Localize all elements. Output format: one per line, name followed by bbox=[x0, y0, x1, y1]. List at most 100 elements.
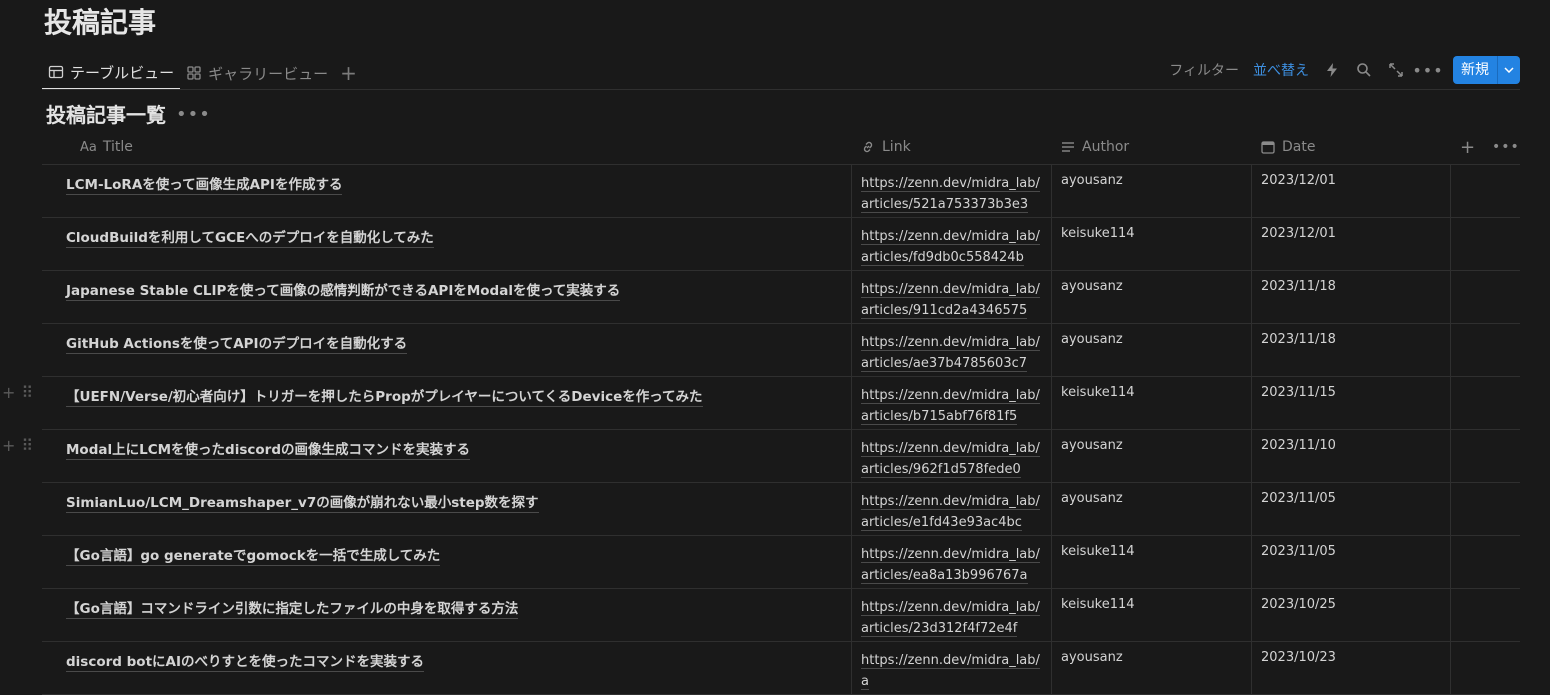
table-row[interactable]: 【Go言語】go generateでgomockを一括で生成してみた https… bbox=[42, 536, 1520, 589]
row-link[interactable]: https://zenn.dev/midra_lab/articles/962f… bbox=[861, 441, 1040, 478]
cell-link[interactable]: https://zenn.dev/midra_lab/articles/962f… bbox=[851, 430, 1051, 482]
new-button[interactable]: 新規 bbox=[1453, 56, 1497, 84]
cell-date[interactable]: 2023/11/18 bbox=[1251, 271, 1451, 323]
cell-link[interactable]: https://zenn.dev/midra_lab/articles/521a… bbox=[851, 165, 1051, 217]
tab-gallery-view[interactable]: ギャラリービュー bbox=[180, 56, 334, 90]
table-header-row: Aa Title Link Author Date + ••• bbox=[42, 130, 1520, 165]
cell-date[interactable]: 2023/11/18 bbox=[1251, 324, 1451, 376]
column-header-title[interactable]: Aa Title bbox=[80, 130, 133, 164]
cell-author[interactable]: keisuke114 bbox=[1051, 218, 1251, 270]
cell-date[interactable]: 2023/10/23 bbox=[1251, 642, 1451, 694]
add-row-icon[interactable]: + bbox=[2, 383, 15, 402]
add-column-icon[interactable]: + bbox=[1460, 130, 1475, 164]
cell-author[interactable]: ayousanz bbox=[1051, 642, 1251, 694]
row-title[interactable]: SimianLuo/LCM_Dreamshaper_v7の画像が崩れない最小st… bbox=[66, 495, 539, 513]
cell-date[interactable]: 2023/10/25 bbox=[1251, 589, 1451, 641]
row-title[interactable]: CloudBuildを利用してGCEへのデプロイを自動化してみた bbox=[66, 230, 434, 248]
cell-title[interactable]: Modal上にLCMを使ったdiscordの画像生成コマンドを実装する bbox=[66, 430, 851, 482]
row-link[interactable]: https://zenn.dev/midra_lab/articles/e1fd… bbox=[861, 494, 1040, 531]
column-label: Author bbox=[1082, 139, 1130, 155]
table-row[interactable]: 【Go言語】コマンドライン引数に指定したファイルの中身を取得する方法 https… bbox=[42, 589, 1520, 642]
cell-title[interactable]: discord botにAIのべりすとを使ったコマンドを実装する bbox=[66, 642, 851, 694]
row-link[interactable]: https://zenn.dev/midra_lab/articles/23d3… bbox=[861, 600, 1040, 637]
cell-title[interactable]: Japanese Stable CLIPを使って画像の感情判断ができるAPIをM… bbox=[66, 271, 851, 323]
row-link[interactable]: https://zenn.dev/midra_lab/articles/fd9d… bbox=[861, 229, 1040, 266]
drag-handle-icon[interactable]: ⠿ bbox=[21, 436, 33, 455]
cell-title[interactable]: 【Go言語】go generateでgomockを一括で生成してみた bbox=[66, 536, 851, 588]
row-title[interactable]: 【Go言語】コマンドライン引数に指定したファイルの中身を取得する方法 bbox=[66, 601, 519, 619]
more-options-icon[interactable]: ••• bbox=[1412, 61, 1442, 80]
cell-link[interactable]: https://zenn.dev/midra_lab/articles/fd9d… bbox=[851, 218, 1051, 270]
lightning-icon[interactable] bbox=[1323, 61, 1341, 79]
cell-link[interactable]: https://zenn.dev/midra_lab/articles/23d3… bbox=[851, 589, 1051, 641]
expand-icon[interactable] bbox=[1387, 61, 1405, 79]
table-row[interactable]: GitHub Actionsを使ってAPIのデプロイを自動化する https:/… bbox=[42, 324, 1520, 377]
cell-title[interactable]: CloudBuildを利用してGCEへのデプロイを自動化してみた bbox=[66, 218, 851, 270]
row-title[interactable]: 【UEFN/Verse/初心者向け】トリガーを押したらPropがプレイヤーについ… bbox=[66, 389, 703, 407]
cell-author[interactable]: ayousanz bbox=[1051, 165, 1251, 217]
row-link[interactable]: https://zenn.dev/midra_lab/articles/ae37… bbox=[861, 335, 1040, 372]
cell-author[interactable]: keisuke114 bbox=[1051, 377, 1251, 429]
column-header-date[interactable]: Date bbox=[1260, 130, 1315, 164]
column-header-link[interactable]: Link bbox=[860, 130, 911, 164]
text-lines-icon bbox=[1060, 139, 1076, 155]
cell-title[interactable]: LCM-LoRAを使って画像生成APIを作成する bbox=[66, 165, 851, 217]
cell-title[interactable]: GitHub Actionsを使ってAPIのデプロイを自動化する bbox=[66, 324, 851, 376]
cell-date[interactable]: 2023/12/01 bbox=[1251, 165, 1451, 217]
cell-author[interactable]: ayousanz bbox=[1051, 483, 1251, 535]
column-more-icon[interactable]: ••• bbox=[1492, 130, 1520, 164]
table-row[interactable]: + ⠿ Modal上にLCMを使ったdiscordの画像生成コマンドを実装する h… bbox=[2, 430, 1520, 483]
table-row[interactable]: Japanese Stable CLIPを使って画像の感情判断ができるAPIをM… bbox=[42, 271, 1520, 324]
drag-handle-icon[interactable]: ⠿ bbox=[21, 383, 33, 402]
table-row[interactable]: CloudBuildを利用してGCEへのデプロイを自動化してみた https:/… bbox=[42, 218, 1520, 271]
cell-date[interactable]: 2023/11/05 bbox=[1251, 536, 1451, 588]
cell-author[interactable]: ayousanz bbox=[1051, 324, 1251, 376]
cell-date[interactable]: 2023/11/15 bbox=[1251, 377, 1451, 429]
database-table: Aa Title Link Author Date + ••• LCM-LoRA… bbox=[2, 130, 1520, 695]
table-row[interactable]: discord botにAIのべりすとを使ったコマンドを実装する https:/… bbox=[42, 642, 1520, 695]
row-title[interactable]: LCM-LoRAを使って画像生成APIを作成する bbox=[66, 177, 343, 195]
add-view-icon[interactable]: + bbox=[334, 56, 363, 90]
database-more-icon[interactable]: ••• bbox=[176, 100, 211, 130]
column-header-author[interactable]: Author bbox=[1060, 130, 1129, 164]
column-label: Title bbox=[102, 139, 133, 155]
cell-author[interactable]: keisuke114 bbox=[1051, 589, 1251, 641]
cell-date[interactable]: 2023/11/05 bbox=[1251, 483, 1451, 535]
database-title[interactable]: 投稿記事一覧 bbox=[46, 100, 166, 130]
cell-link[interactable]: https://zenn.dev/midra_lab/articles/911c… bbox=[851, 271, 1051, 323]
cell-title[interactable]: 【Go言語】コマンドライン引数に指定したファイルの中身を取得する方法 bbox=[66, 589, 851, 641]
row-title[interactable]: GitHub Actionsを使ってAPIのデプロイを自動化する bbox=[66, 336, 408, 354]
cell-link[interactable]: https://zenn.dev/midra_lab/articles/e1fd… bbox=[851, 483, 1051, 535]
table-row[interactable]: + ⠿ 【UEFN/Verse/初心者向け】トリガーを押したらPropがプレイヤー… bbox=[2, 377, 1520, 430]
row-link[interactable]: https://zenn.dev/midra_lab/articles/911c… bbox=[861, 282, 1040, 319]
row-link[interactable]: https://zenn.dev/midra_lab/articles/ea8a… bbox=[861, 547, 1040, 584]
row-link[interactable]: https://zenn.dev/midra_lab/articles/521a… bbox=[861, 176, 1040, 213]
view-tabs: テーブルビュー ギャラリービュー + bbox=[42, 56, 363, 90]
cell-author[interactable]: ayousanz bbox=[1051, 271, 1251, 323]
tab-table-view[interactable]: テーブルビュー bbox=[42, 56, 181, 90]
sort-button[interactable]: 並べ替え bbox=[1253, 60, 1309, 80]
cell-title[interactable]: 【UEFN/Verse/初心者向け】トリガーを押したらPropがプレイヤーについ… bbox=[66, 377, 851, 429]
row-title[interactable]: 【Go言語】go generateでgomockを一括で生成してみた bbox=[66, 548, 441, 566]
cell-link[interactable]: https://zenn.dev/midra_lab/articles/ae37… bbox=[851, 324, 1051, 376]
row-link[interactable]: https://zenn.dev/midra_lab/articles/b715… bbox=[861, 388, 1040, 425]
cell-date[interactable]: 2023/11/10 bbox=[1251, 430, 1451, 482]
add-row-icon[interactable]: + bbox=[2, 436, 15, 455]
row-title[interactable]: Modal上にLCMを使ったdiscordの画像生成コマンドを実装する bbox=[66, 442, 470, 460]
filter-button[interactable]: フィルター bbox=[1169, 60, 1239, 80]
row-title[interactable]: Japanese Stable CLIPを使って画像の感情判断ができるAPIをM… bbox=[66, 283, 621, 301]
cell-title[interactable]: SimianLuo/LCM_Dreamshaper_v7の画像が崩れない最小st… bbox=[66, 483, 851, 535]
new-dropdown-chevron-icon[interactable] bbox=[1497, 56, 1520, 84]
row-title[interactable]: discord botにAIのべりすとを使ったコマンドを実装する bbox=[66, 654, 424, 672]
new-button-group: 新規 bbox=[1453, 56, 1520, 84]
cell-author[interactable]: keisuke114 bbox=[1051, 536, 1251, 588]
cell-link[interactable]: https://zenn.dev/midra_lab/a bbox=[851, 642, 1051, 694]
search-icon[interactable] bbox=[1355, 61, 1373, 79]
cell-date[interactable]: 2023/12/01 bbox=[1251, 218, 1451, 270]
cell-link[interactable]: https://zenn.dev/midra_lab/articles/ea8a… bbox=[851, 536, 1051, 588]
table-row[interactable]: SimianLuo/LCM_Dreamshaper_v7の画像が崩れない最小st… bbox=[42, 483, 1520, 536]
tab-label: ギャラリービュー bbox=[208, 64, 329, 83]
cell-link[interactable]: https://zenn.dev/midra_lab/articles/b715… bbox=[851, 377, 1051, 429]
table-row[interactable]: LCM-LoRAを使って画像生成APIを作成する https://zenn.de… bbox=[42, 165, 1520, 218]
cell-author[interactable]: ayousanz bbox=[1051, 430, 1251, 482]
